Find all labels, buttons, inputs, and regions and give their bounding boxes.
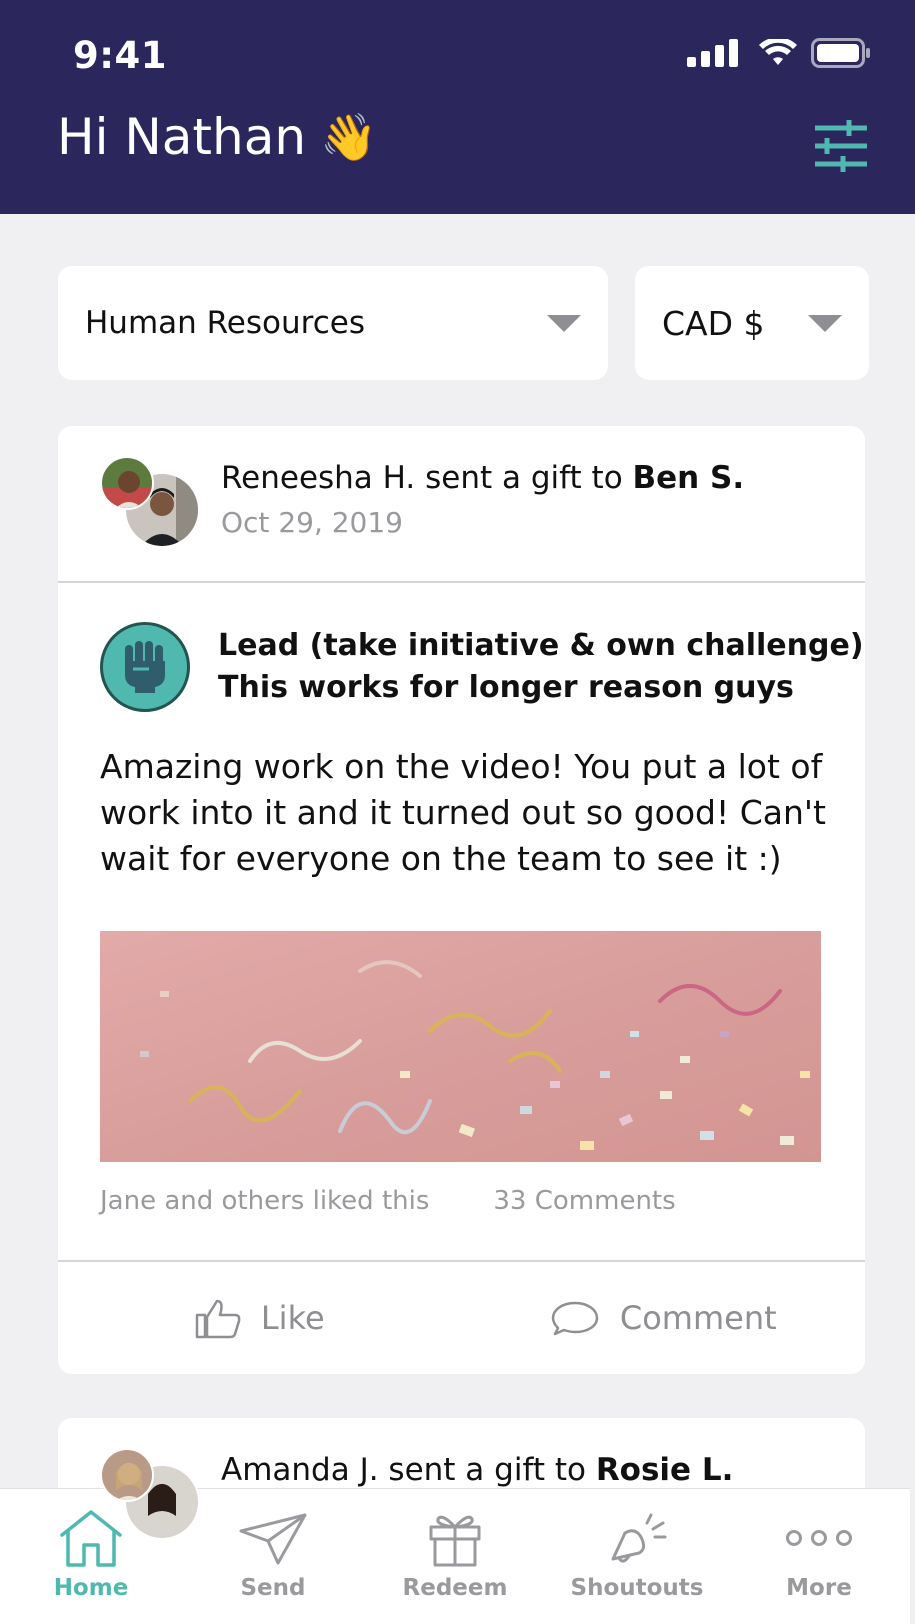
signal-icon — [687, 39, 738, 67]
likes-summary[interactable]: Jane and others liked this — [100, 1186, 429, 1216]
like-label: Like — [260, 1299, 325, 1337]
currency-dropdown[interactable]: CAD $ — [635, 266, 869, 380]
paper-plane-icon — [239, 1513, 307, 1565]
value-title-line1: Lead (take initiative & own challenge) — [218, 628, 864, 663]
greeting-text: Hi Nathan — [57, 108, 307, 166]
gift-image[interactable] — [100, 931, 821, 1162]
tab-label: Send — [240, 1575, 306, 1601]
like-button[interactable]: Like — [58, 1262, 462, 1374]
recipient-name[interactable]: Ben S. — [633, 460, 745, 496]
company-value: Lead (take initiative & own challenge) T… — [100, 622, 864, 712]
wifi-icon — [759, 39, 797, 65]
value-title: Lead (take initiative & own challenge) T… — [218, 625, 864, 709]
more-dots-icon — [786, 1530, 852, 1546]
card-actions: Like Comment — [58, 1260, 865, 1374]
tab-label: Home — [53, 1575, 129, 1601]
thumbs-up-icon — [195, 1299, 241, 1339]
department-value: Human Resources — [85, 305, 365, 341]
value-title-line2: This works for longer reason guys — [218, 670, 794, 705]
megaphone-icon — [611, 1513, 667, 1563]
status-time: 9:41 — [73, 34, 168, 77]
status-icons — [687, 38, 871, 68]
currency-value: CAD $ — [662, 303, 765, 343]
chevron-down-icon — [547, 314, 581, 332]
sender-name[interactable]: Amanda J. — [221, 1452, 379, 1488]
department-dropdown[interactable]: Human Resources — [58, 266, 608, 380]
sender-name[interactable]: Reneesha H. — [221, 460, 415, 496]
tab-label: More — [786, 1575, 852, 1601]
comment-button[interactable]: Comment — [462, 1262, 866, 1374]
sender-avatar[interactable] — [100, 456, 154, 510]
gift-action-text: sent a gift to — [378, 1452, 596, 1488]
sliders-icon[interactable] — [813, 118, 869, 174]
avatar-pair[interactable] — [100, 456, 202, 552]
recipient-name[interactable]: Rosie L. — [596, 1452, 734, 1488]
gift-summary: Amanda J. sent a gift to Rosie L. — [221, 1452, 733, 1488]
chevron-down-icon — [808, 314, 842, 332]
card-header: Reneesha H. sent a gift to Ben S. Oct 29… — [58, 426, 865, 583]
speech-bubble-icon — [551, 1301, 599, 1336]
app-header: 9:41 Hi Nathan 👋 — [0, 0, 915, 214]
tab-shoutouts[interactable]: Shoutouts — [546, 1489, 728, 1624]
tab-label: Shoutouts — [570, 1575, 704, 1601]
home-icon — [60, 1510, 122, 1567]
gift-message: Amazing work on the video! You put a lot… — [100, 747, 826, 878]
gift-action-text: sent a gift to — [415, 460, 633, 496]
tab-label: Redeem — [402, 1575, 508, 1601]
post-date: Oct 29, 2019 — [221, 506, 403, 539]
battery-icon — [811, 38, 870, 68]
raised-fist-icon — [100, 622, 190, 712]
feed-card: Reneesha H. sent a gift to Ben S. Oct 29… — [58, 426, 865, 1374]
tab-more[interactable]: More — [728, 1489, 910, 1624]
tab-send[interactable]: Send — [182, 1489, 364, 1624]
tab-redeem[interactable]: Redeem — [364, 1489, 546, 1624]
card-header-text: Amanda J. sent a gift to Rosie L. — [221, 1452, 733, 1488]
card-header-text: Reneesha H. sent a gift to Ben S. Oct 29… — [221, 460, 744, 539]
gift-icon — [429, 1515, 481, 1567]
engagement-summary: Jane and others liked this 33 Comments — [100, 1186, 676, 1216]
greeting-title: Hi Nathan 👋 — [57, 108, 377, 166]
comment-label: Comment — [619, 1299, 777, 1337]
gift-summary: Reneesha H. sent a gift to Ben S. — [221, 460, 744, 496]
waving-hand-icon: 👋 — [320, 109, 378, 164]
comments-count[interactable]: 33 Comments — [493, 1186, 675, 1216]
sender-avatar[interactable] — [100, 1448, 154, 1502]
